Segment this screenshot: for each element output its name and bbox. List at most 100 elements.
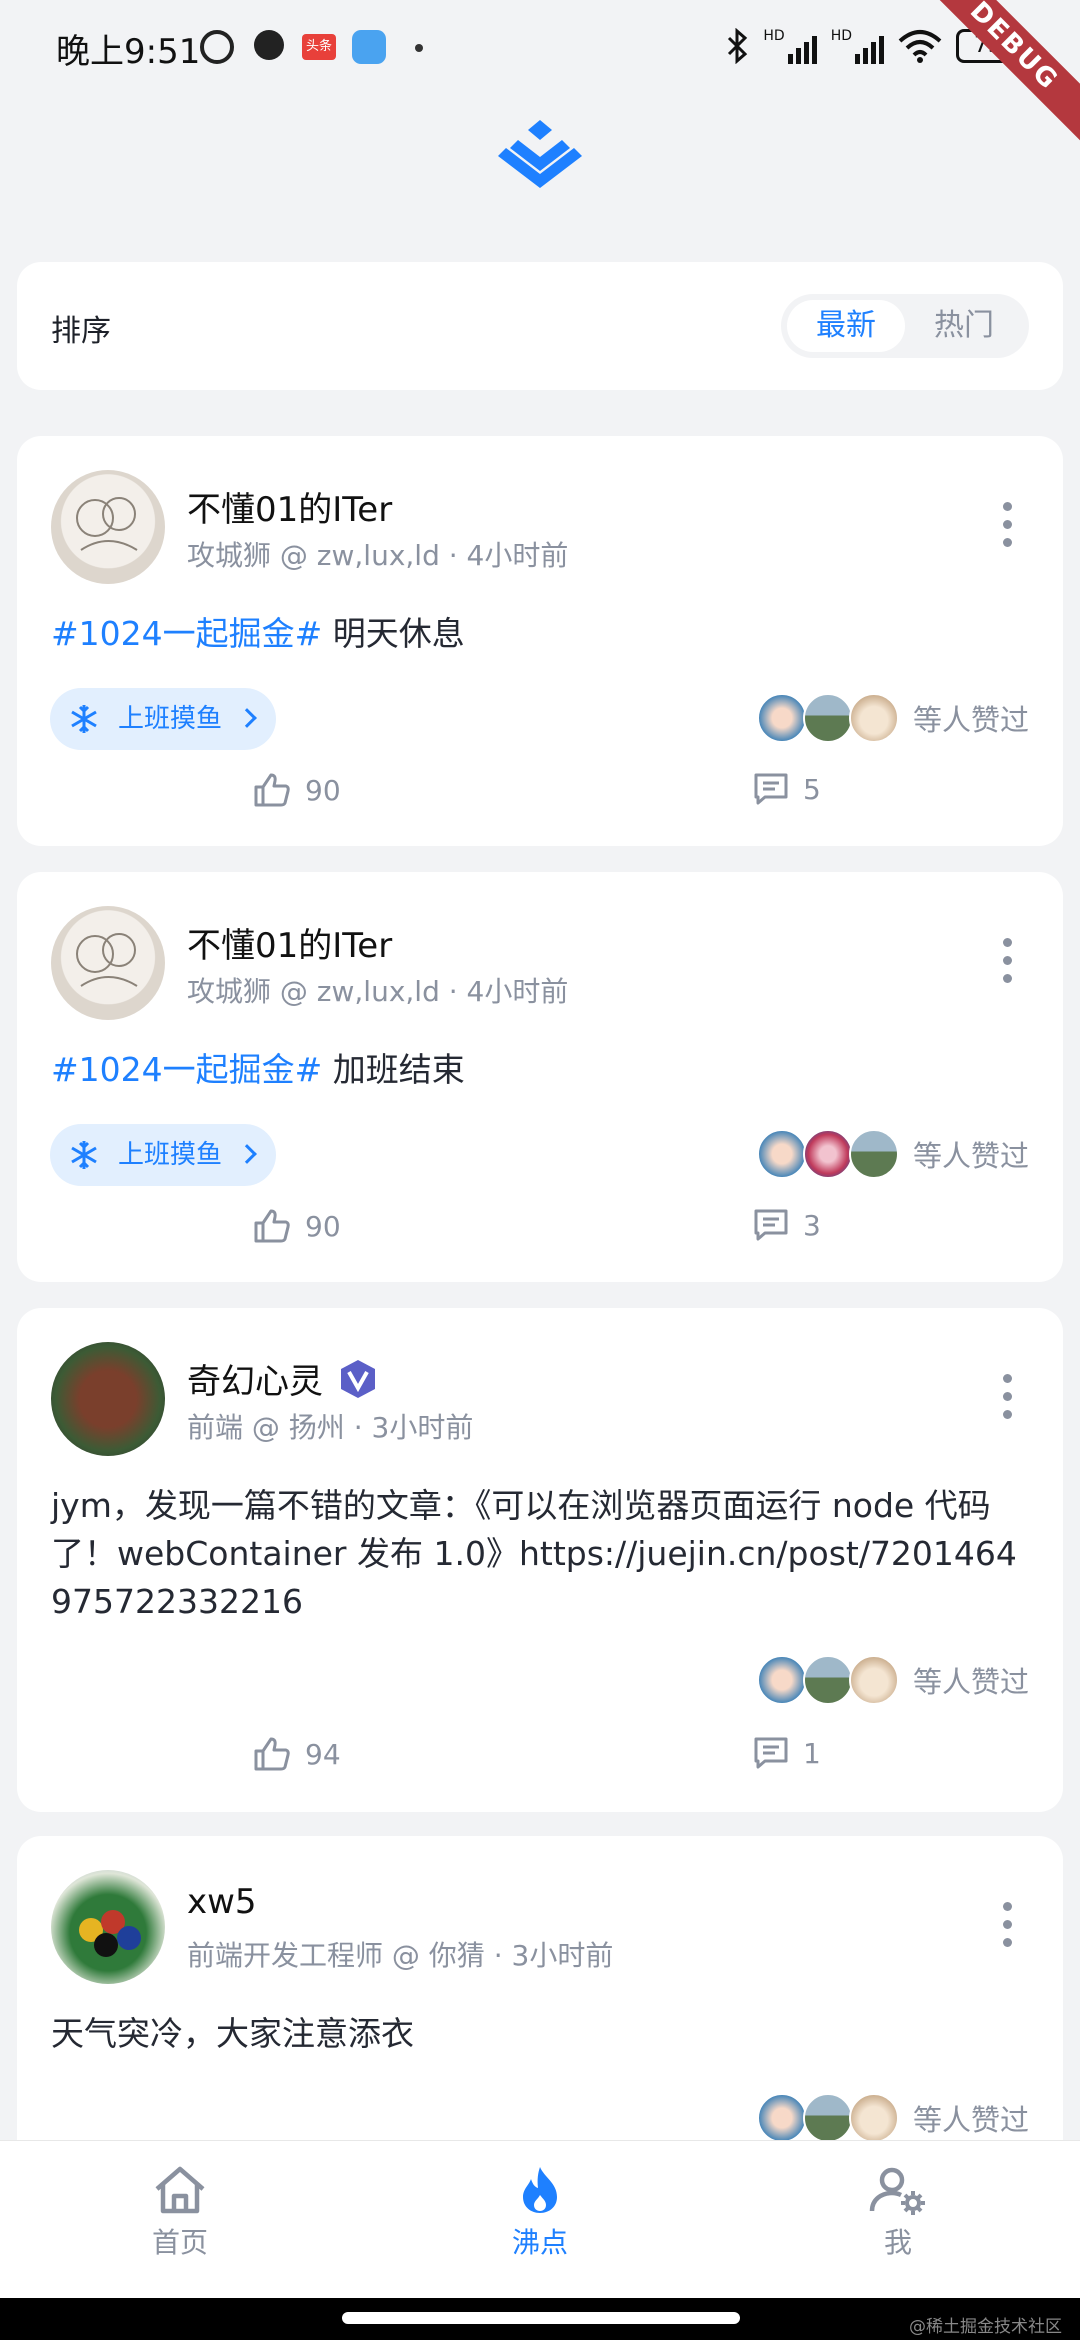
liker-avatar xyxy=(848,2093,899,2143)
like-count: 90 xyxy=(305,1209,341,1243)
post-text: 明天休息 xyxy=(322,614,465,653)
avatar[interactable] xyxy=(51,470,165,584)
circle-tag[interactable]: 上班摸鱼 xyxy=(50,1124,276,1186)
comment-count: 5 xyxy=(803,772,821,806)
circle-tag-label: 上班摸鱼 xyxy=(118,704,223,734)
toutiao-icon: 头条 xyxy=(302,34,336,60)
tab-home[interactable]: 首页 xyxy=(120,2165,240,2261)
liked-by-label: 等人赞过 xyxy=(912,2103,1029,2137)
post-actions: 90 5 xyxy=(17,772,1063,822)
post-card[interactable]: 不懂01的ITer 攻城狮 @ zw,lux,ld · 4小时前 #1024一起… xyxy=(17,872,1063,1282)
liker-avatar xyxy=(756,1129,807,1179)
user-settings-icon xyxy=(869,2167,925,2215)
chevron-right-icon xyxy=(237,1144,257,1164)
post-content[interactable]: jym，发现一篇不错的文章：《可以在浏览器页面运行 node 代码了！webCo… xyxy=(51,1482,1029,1626)
snowflake-icon xyxy=(71,705,97,733)
thumbs-up-icon xyxy=(254,773,290,807)
tab-home-label: 首页 xyxy=(151,2226,208,2259)
sort-card: 排序 最新 热门 xyxy=(17,262,1063,390)
chevron-right-icon xyxy=(237,708,257,728)
more-options-icon[interactable] xyxy=(1003,1902,1013,1947)
post-text: 加班结束 xyxy=(322,1050,465,1089)
liked-by[interactable]: 等人赞过 xyxy=(756,2092,1029,2144)
wifi-icon xyxy=(898,30,942,63)
hd-label: HD xyxy=(763,28,785,44)
author-meta: 前端 @ 扬州 · 3小时前 xyxy=(187,1411,474,1444)
author-name-text: 奇幻心灵 xyxy=(187,1362,323,1402)
app-notification-icon xyxy=(254,30,284,60)
app-icon xyxy=(352,30,386,64)
avatar[interactable] xyxy=(51,1342,165,1456)
post-text: 天气突冷，大家注意添衣 xyxy=(51,2014,414,2053)
post-content[interactable]: #1024一起掘金# 加班结束 xyxy=(51,1046,1029,1094)
circle-tag[interactable]: 上班摸鱼 xyxy=(50,688,276,750)
post-card[interactable]: 奇幻心灵 前端 @ 扬州 · 3小时前 jym，发现一篇不错的文章：《可以在浏览… xyxy=(17,1308,1063,1812)
post-actions: 94 1 xyxy=(17,1736,1063,1786)
avatar[interactable] xyxy=(51,1870,165,1984)
alarm-icon xyxy=(200,30,234,64)
post-text: jym，发现一篇不错的文章：《可以在浏览器页面运行 node 代码了！webCo… xyxy=(51,1486,1017,1621)
comment-count: 3 xyxy=(803,1208,821,1242)
tab-me[interactable]: 我 xyxy=(838,2165,958,2261)
status-bar: 晚上9:51 头条 HD HD 73 DEBUG xyxy=(0,0,1080,153)
liker-avatar xyxy=(848,693,899,743)
liked-by-label: 等人赞过 xyxy=(912,1139,1029,1173)
author-name[interactable]: 不懂01的ITer xyxy=(187,482,392,531)
sort-segmented-control: 最新 热门 xyxy=(781,294,1029,358)
author-meta: 攻城狮 @ zw,lux,ld · 4小时前 xyxy=(187,975,569,1008)
post-card[interactable]: 不懂01的ITer 攻城狮 @ zw,lux,ld · 4小时前 #1024一起… xyxy=(17,436,1063,846)
liker-avatar xyxy=(802,2093,853,2143)
watermark: @稀土掘金技术社区 xyxy=(909,2317,1062,2337)
author-name[interactable]: 奇幻心灵 xyxy=(187,1354,379,1403)
signal-icon-2: HD xyxy=(831,28,884,64)
more-notifications-icon xyxy=(415,44,423,52)
comment-button[interactable]: 5 xyxy=(753,772,821,806)
post-content[interactable]: 天气突冷，大家注意添衣 xyxy=(51,2010,1029,2058)
liker-avatar xyxy=(756,693,807,743)
post-actions: 90 3 xyxy=(17,1208,1063,1258)
liked-by[interactable]: 等人赞过 xyxy=(756,692,1029,744)
liker-avatar xyxy=(756,2093,807,2143)
tab-pins-label: 沸点 xyxy=(511,2226,568,2259)
like-count: 94 xyxy=(305,1737,341,1771)
snowflake-icon xyxy=(71,1141,97,1169)
topic-link[interactable]: #1024一起掘金# xyxy=(51,614,322,653)
comment-icon xyxy=(754,1737,788,1769)
liker-avatar xyxy=(802,1129,853,1179)
liked-by-label: 等人赞过 xyxy=(912,703,1029,737)
tab-me-label: 我 xyxy=(883,2226,912,2259)
comment-count: 1 xyxy=(803,1736,821,1770)
author-meta: 攻城狮 @ zw,lux,ld · 4小时前 xyxy=(187,539,569,572)
sort-option-latest[interactable]: 最新 xyxy=(787,300,905,352)
level-badge-icon xyxy=(341,1359,375,1398)
author-name[interactable]: 不懂01的ITer xyxy=(187,918,392,967)
comment-button[interactable]: 3 xyxy=(753,1208,821,1242)
author-name[interactable]: xw5 xyxy=(187,1882,257,1922)
more-options-icon[interactable] xyxy=(1003,1374,1013,1419)
flame-icon xyxy=(523,2167,557,2213)
like-button[interactable]: 90 xyxy=(253,772,341,808)
like-button[interactable]: 90 xyxy=(253,1208,341,1244)
post-card[interactable]: xw5 前端开发工程师 @ 你猜 · 3小时前 天气突冷，大家注意添衣 等人赞过 xyxy=(17,1836,1063,2176)
liked-by[interactable]: 等人赞过 xyxy=(756,1128,1029,1180)
hd-label-2: HD xyxy=(830,28,852,44)
home-icon xyxy=(155,2166,205,2214)
liker-avatar xyxy=(756,1655,807,1705)
post-content[interactable]: #1024一起掘金# 明天休息 xyxy=(51,610,1029,658)
more-options-icon[interactable] xyxy=(1003,502,1013,547)
circle-tag-label: 上班摸鱼 xyxy=(118,1140,223,1170)
avatar[interactable] xyxy=(51,906,165,1020)
more-options-icon[interactable] xyxy=(1003,938,1013,983)
liker-avatar xyxy=(848,1655,899,1705)
thumbs-up-icon xyxy=(254,1209,290,1243)
sort-option-hot[interactable]: 热门 xyxy=(905,300,1023,352)
tab-pins[interactable]: 沸点 xyxy=(480,2165,600,2261)
juejin-logo-icon xyxy=(498,120,582,188)
home-gesture-bar[interactable] xyxy=(342,2312,740,2324)
like-button[interactable]: 94 xyxy=(253,1736,341,1772)
bluetooth-icon xyxy=(728,28,748,64)
signal-icon: HD xyxy=(763,28,817,64)
liked-by[interactable]: 等人赞过 xyxy=(756,1654,1029,1706)
comment-button[interactable]: 1 xyxy=(753,1736,821,1770)
topic-link[interactable]: #1024一起掘金# xyxy=(51,1050,322,1089)
